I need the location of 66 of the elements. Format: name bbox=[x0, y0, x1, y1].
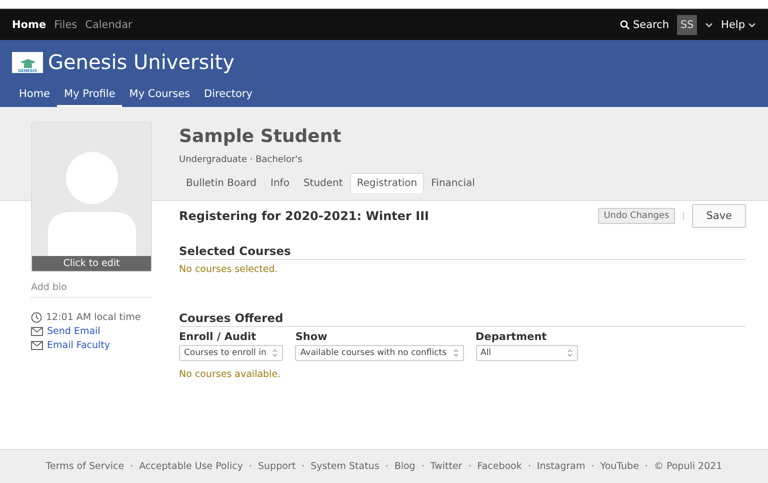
add-bio-link[interactable]: Add bio bbox=[31, 272, 152, 298]
footer-link[interactable]: Terms of Service bbox=[46, 461, 124, 472]
search-button[interactable]: Search bbox=[620, 18, 670, 30]
empty-message: No courses selected. bbox=[179, 264, 279, 275]
avatar-silhouette-icon bbox=[46, 152, 138, 256]
filter-select[interactable]: Courses to enroll in bbox=[179, 345, 284, 361]
filter-label: Show bbox=[295, 331, 328, 343]
section-heading: Selected Courses bbox=[179, 244, 746, 260]
filter-label: Enroll / Audit bbox=[179, 331, 258, 343]
footer-link[interactable]: Twitter bbox=[430, 461, 462, 472]
separator-dot: · bbox=[644, 461, 648, 472]
chevron-down-icon bbox=[705, 20, 714, 28]
email-link[interactable]: Send Email bbox=[47, 326, 100, 336]
footer-link[interactable]: Facebook bbox=[477, 461, 522, 472]
nav-tab[interactable]: Home bbox=[12, 84, 58, 107]
clock-icon bbox=[31, 312, 42, 322]
dropdown-arrow-icon bbox=[272, 349, 278, 357]
empty-message: No courses available. bbox=[179, 369, 282, 380]
section-heading: Courses Offered bbox=[179, 311, 746, 327]
footer-link[interactable]: © Populi 2021 bbox=[654, 461, 722, 472]
profile-tab[interactable]: Student bbox=[296, 173, 350, 193]
local-time: 12:01 AM local time bbox=[46, 312, 141, 322]
footer-link[interactable]: YouTube bbox=[600, 461, 639, 472]
separator-dot: · bbox=[528, 461, 531, 472]
user-avatar[interactable]: SS bbox=[677, 14, 698, 34]
graduation-cap-icon bbox=[18, 58, 36, 68]
student-name: Sample Student bbox=[179, 126, 342, 147]
envelope-icon bbox=[31, 340, 43, 350]
envelope-icon bbox=[31, 326, 43, 336]
top-nav-link[interactable]: Files bbox=[54, 18, 78, 30]
separator-dot: · bbox=[130, 461, 134, 472]
registration-title: Registering for 2020-2021: Winter III bbox=[179, 209, 430, 223]
profile-tab[interactable]: Bulletin Board bbox=[179, 173, 264, 193]
dropdown-arrow-icon bbox=[566, 349, 572, 357]
separator-dot: · bbox=[421, 461, 424, 472]
separator-dot: · bbox=[302, 461, 305, 472]
dropdown-arrow-icon bbox=[452, 349, 458, 357]
search-icon bbox=[620, 20, 630, 30]
footer-link[interactable]: System Status bbox=[310, 461, 380, 472]
nav-tab[interactable]: Directory bbox=[197, 84, 260, 107]
top-nav-link[interactable]: Home bbox=[12, 18, 46, 30]
footer-link[interactable]: Support bbox=[258, 461, 296, 472]
profile-tab[interactable]: Registration bbox=[350, 173, 424, 193]
filter-select[interactable]: All bbox=[476, 345, 578, 361]
filter-select[interactable]: Available courses with no conflicts bbox=[295, 345, 464, 361]
help-menu[interactable]: Help bbox=[721, 18, 756, 30]
profile-tab[interactable]: Financial bbox=[424, 173, 482, 193]
save-button[interactable]: Save bbox=[692, 204, 746, 228]
photo-caption[interactable]: Click to edit bbox=[32, 256, 151, 271]
profile-tab[interactable]: Info bbox=[264, 173, 296, 193]
nav-tab[interactable]: My Courses bbox=[122, 84, 198, 107]
email-link[interactable]: Email Faculty bbox=[47, 340, 110, 350]
separator-dot: · bbox=[591, 461, 594, 472]
filter-label: Department bbox=[476, 331, 548, 343]
footer-link[interactable]: Instagram bbox=[536, 461, 586, 472]
footer-link[interactable]: Acceptable Use Policy bbox=[139, 461, 243, 472]
separator-dot: · bbox=[385, 461, 388, 472]
student-program: Undergraduate · Bachelor's bbox=[179, 155, 304, 165]
footer-link[interactable]: Blog bbox=[394, 461, 416, 472]
separator-dot: · bbox=[468, 461, 472, 472]
university-name: Genesis University bbox=[48, 50, 234, 74]
separator-dot: · bbox=[248, 461, 252, 472]
top-nav-link[interactable]: Calendar bbox=[85, 18, 132, 30]
undo-changes-button[interactable]: Undo Changes bbox=[598, 208, 676, 224]
chevron-down-icon bbox=[748, 20, 756, 28]
profile-photo[interactable]: Click to edit bbox=[31, 122, 152, 272]
